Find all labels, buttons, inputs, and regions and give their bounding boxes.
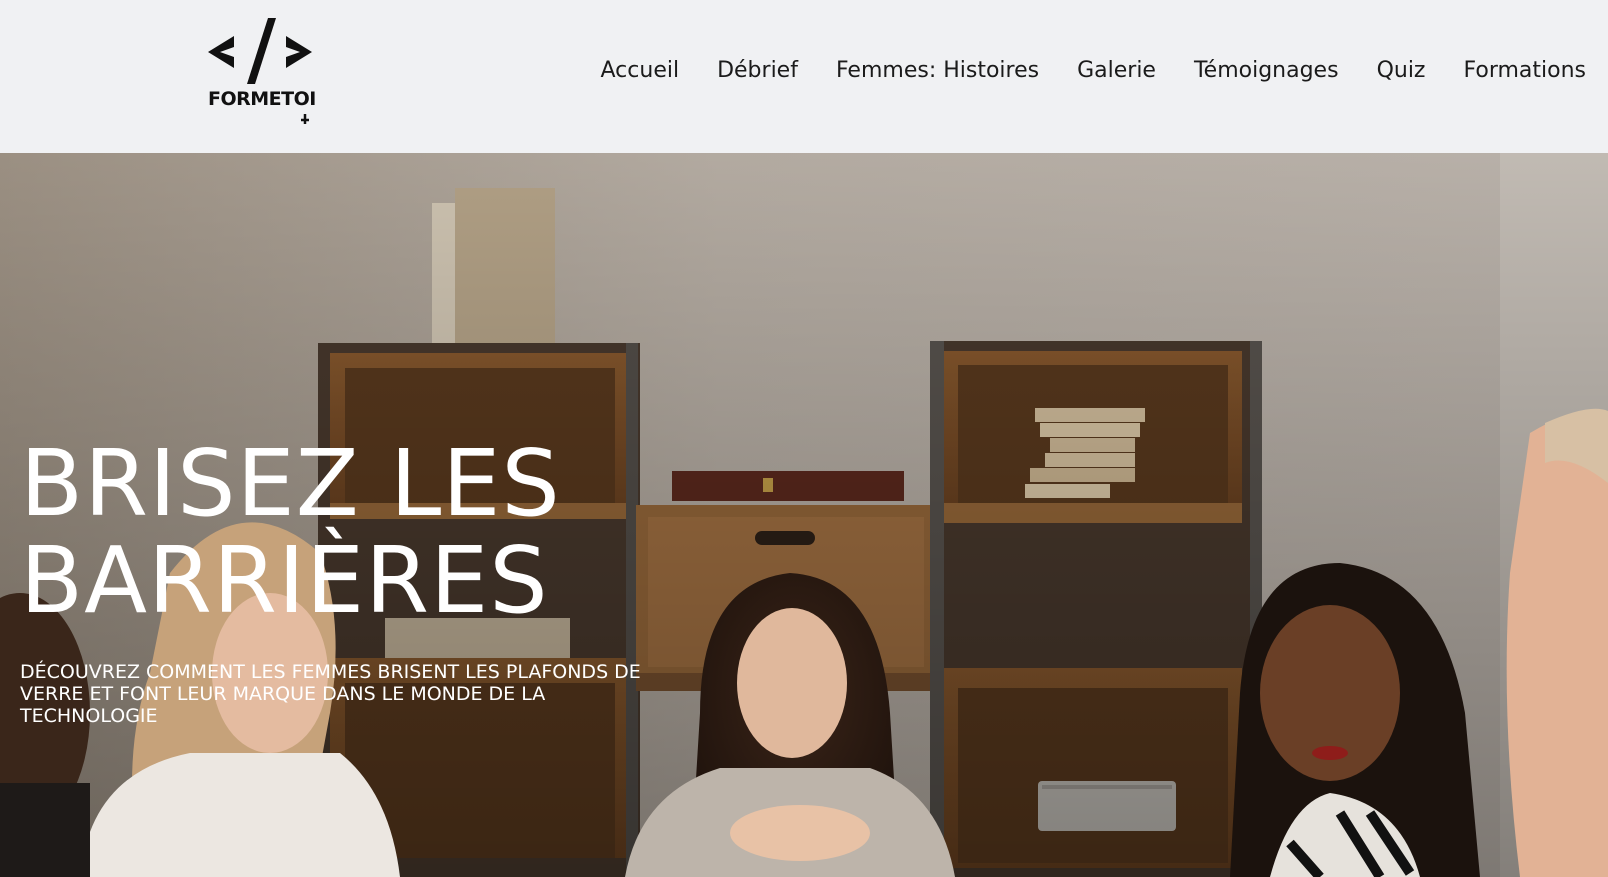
nav-item-quiz[interactable]: Quiz [1377,56,1426,86]
code-brackets-icon [208,18,312,84]
hero-subtitle: DÉCOUVREZ COMMENT LES FEMMES BRISENT LES… [20,661,641,727]
nav-item-debrief[interactable]: Débrief [717,56,798,86]
main-nav: Accueil Débrief Femmes: Histoires Galeri… [563,56,1586,86]
nav-item-formations[interactable]: Formations [1463,56,1586,86]
venus-icon [301,114,309,124]
brand-name: FORMETOI [208,88,316,110]
site-header: FORMETOI Accueil Débrief Femmes: Histoir… [0,0,1608,153]
hero-section: BRISEZ LES BARRIÈRES DÉCOUVREZ COMMENT L… [0,153,1608,877]
nav-item-accueil[interactable]: Accueil [601,56,680,86]
nav-item-galerie[interactable]: Galerie [1077,56,1156,86]
page: FORMETOI Accueil Débrief Femmes: Histoir… [0,0,1608,877]
logo-link[interactable]: FORMETOI [206,18,324,124]
nav-item-temoignages[interactable]: Témoignages [1194,56,1339,86]
nav-item-femmes-histoires[interactable]: Femmes: Histoires [836,56,1039,86]
hero-title: BRISEZ LES BARRIÈRES [20,430,561,634]
